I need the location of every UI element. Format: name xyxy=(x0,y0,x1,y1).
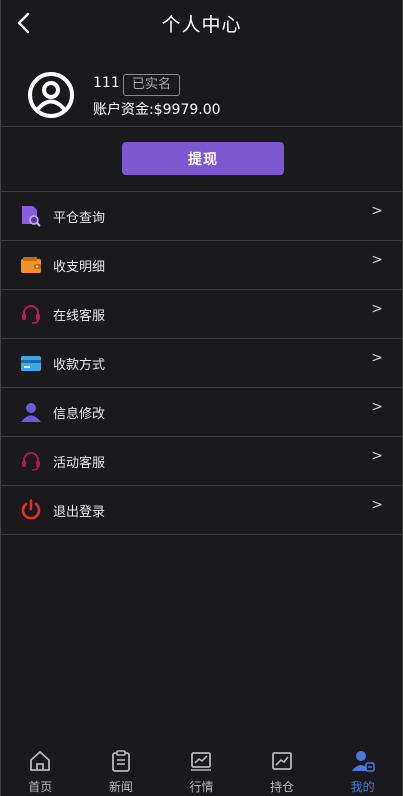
tab-label: 我的 xyxy=(350,780,375,794)
power-icon xyxy=(20,499,42,521)
user-icon xyxy=(20,401,42,423)
menu-item-label: 收款方式 xyxy=(53,358,106,373)
user-id: 111 xyxy=(93,75,120,91)
headset-icon xyxy=(20,303,42,325)
tab-label: 新闻 xyxy=(108,780,133,794)
clipboard-icon xyxy=(111,750,130,772)
chevron-right-icon: > xyxy=(371,448,383,464)
menu-item-label: 收支明细 xyxy=(53,260,106,275)
divider xyxy=(0,126,403,127)
menu-item-label: 退出登录 xyxy=(53,505,106,520)
tab-market[interactable]: 行情 xyxy=(161,740,242,796)
menu-item-payment-method[interactable]: 收款方式 > xyxy=(0,339,403,388)
menu-item-logout[interactable]: 退出登录 > xyxy=(0,486,403,535)
menu-item-online-support[interactable]: 在线客服 > xyxy=(0,290,403,339)
tab-positions[interactable]: 持仓 xyxy=(242,740,323,796)
profile-icon xyxy=(351,751,375,772)
chart-icon xyxy=(191,752,212,771)
profile-section: 111 已实名 账户资金:$9979.00 xyxy=(0,64,403,126)
withdraw-button[interactable]: 提现 xyxy=(122,142,284,175)
menu-item-edit-info[interactable]: 信息修改 > xyxy=(0,388,403,437)
menu-item-label: 平仓查询 xyxy=(53,211,106,226)
avatar xyxy=(28,72,74,118)
tab-label: 行情 xyxy=(189,780,214,794)
menu-item-label: 在线客服 xyxy=(53,309,106,324)
verify-status-badge: 已实名 xyxy=(123,74,181,96)
tab-home[interactable]: 首页 xyxy=(0,740,81,796)
menu-list: 平仓查询 > 收支明细 > 在线客服 > 收款方式 > 信息修改 > 活动客服 … xyxy=(0,191,403,535)
chevron-left-icon xyxy=(17,12,30,34)
home-icon xyxy=(30,751,51,771)
tab-news[interactable]: 新闻 xyxy=(81,740,162,796)
menu-item-event-support[interactable]: 活动客服 > xyxy=(0,437,403,486)
wallet-icon xyxy=(20,254,42,276)
tab-mine[interactable]: 我的 xyxy=(322,740,403,796)
chevron-right-icon: > xyxy=(371,301,383,317)
account-balance: 账户资金:$9979.00 xyxy=(93,102,221,118)
bottom-tab-bar: 首页 新闻 行情 持仓 我的 xyxy=(0,740,403,796)
header: 个人中心 xyxy=(0,0,403,46)
credit-card-icon xyxy=(20,352,42,374)
menu-item-label: 信息修改 xyxy=(53,407,106,422)
user-circle-icon xyxy=(28,72,74,118)
chevron-right-icon: > xyxy=(371,497,383,513)
chevron-right-icon: > xyxy=(371,350,383,366)
tab-label: 首页 xyxy=(28,780,53,794)
menu-item-close-position-query[interactable]: 平仓查询 > xyxy=(0,192,403,241)
headset-icon xyxy=(20,450,42,472)
chevron-right-icon: > xyxy=(371,399,383,415)
chevron-right-icon: > xyxy=(371,203,383,219)
trend-icon xyxy=(272,752,292,770)
back-button[interactable] xyxy=(12,10,34,36)
tab-label: 持仓 xyxy=(270,780,295,794)
chevron-right-icon: > xyxy=(371,252,383,268)
menu-item-income-expense[interactable]: 收支明细 > xyxy=(0,241,403,290)
page-title: 个人中心 xyxy=(161,13,242,36)
menu-item-label: 活动客服 xyxy=(53,456,106,471)
search-document-icon xyxy=(20,205,42,227)
